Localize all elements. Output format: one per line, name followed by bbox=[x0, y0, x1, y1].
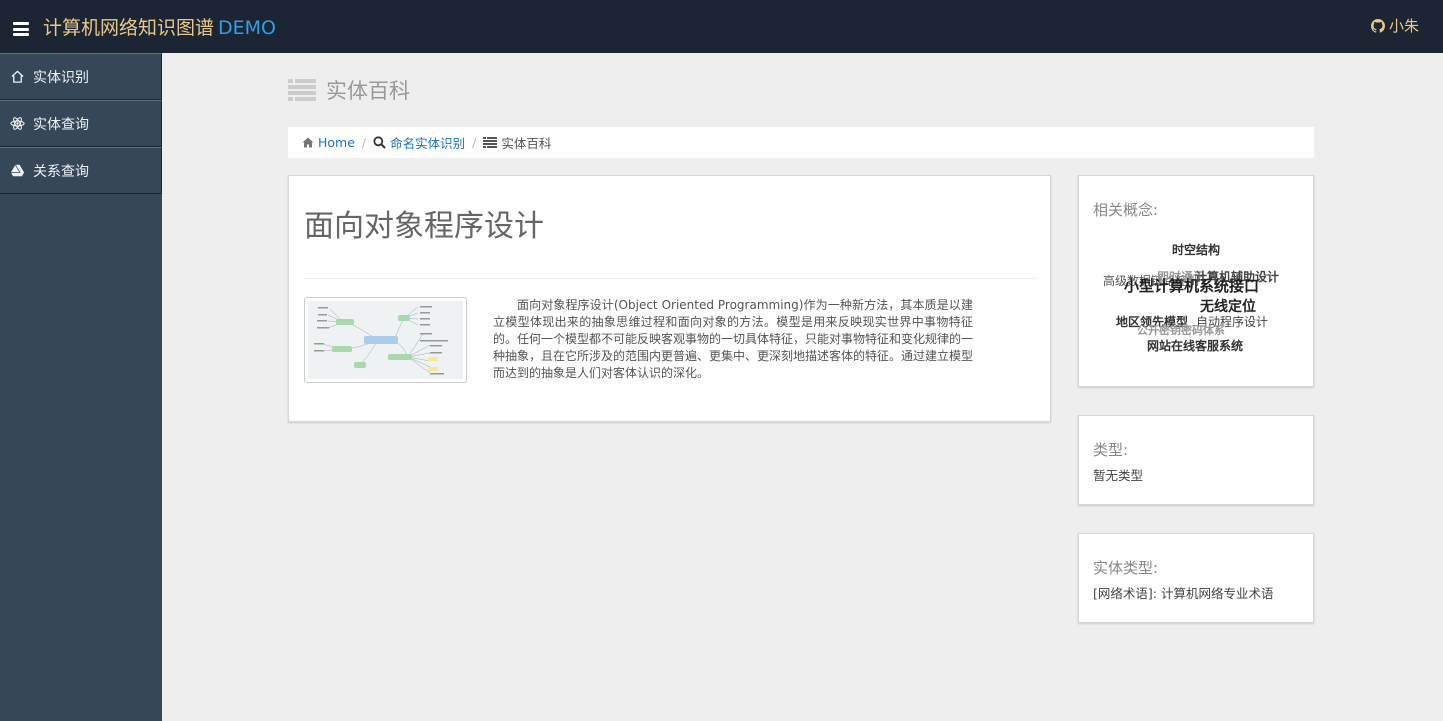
word-cloud-item[interactable]: 网站在线客服系统 bbox=[1147, 337, 1243, 354]
sidebar: 实体识别 实体查询 关系查询 bbox=[0, 53, 162, 721]
sidebar-item-label: 实体识别 bbox=[33, 69, 89, 86]
breadcrumb-ner-label: 命名实体识别 bbox=[390, 136, 466, 151]
page-title-text: 实体百科 bbox=[326, 79, 410, 103]
breadcrumb-home[interactable]: Home bbox=[302, 135, 355, 150]
entity-type-value: [网络术语]: 计算机网络专业术语 bbox=[1093, 586, 1274, 601]
user-link[interactable]: 小朱 bbox=[1370, 16, 1419, 36]
page-title: 实体百科 bbox=[288, 75, 410, 105]
type-value: 暂无类型 bbox=[1093, 468, 1144, 483]
entity-title: 面向对象程序设计 bbox=[304, 209, 544, 244]
brand-name: 计算机网络知识图谱 bbox=[43, 17, 215, 39]
word-cloud-item[interactable]: 时空结构 bbox=[1172, 241, 1220, 258]
user-name: 小朱 bbox=[1388, 17, 1419, 35]
mindmap-image bbox=[308, 301, 463, 379]
entity-card: 面向对象程序设计 面向对象程序设计(Object Oriented Progra… bbox=[288, 175, 1051, 422]
breadcrumb-separator: / bbox=[361, 135, 367, 150]
atom-icon bbox=[10, 117, 25, 130]
breadcrumb: Home / 命名实体识别 / 实体百科 bbox=[288, 127, 1314, 158]
list-icon bbox=[288, 79, 316, 101]
sidebar-item-entity-query[interactable]: 实体查询 bbox=[0, 100, 162, 147]
brand-title[interactable]: 计算机网络知识图谱 DEMO bbox=[43, 15, 276, 41]
word-cloud-item[interactable]: 公开密钥密码体系 bbox=[1137, 322, 1225, 338]
brand-demo: DEMO bbox=[218, 17, 276, 39]
top-navbar: 计算机网络知识图谱 DEMO 小朱 bbox=[0, 0, 1443, 53]
home-icon bbox=[302, 137, 314, 148]
breadcrumb-home-label: Home bbox=[318, 135, 355, 150]
search-icon bbox=[373, 136, 386, 149]
related-concepts-card: 相关概念: 时空结构 高级数据链路控制 即时通讯 计算机辅助设计 小型计算机系统… bbox=[1078, 175, 1314, 387]
breadcrumb-separator: / bbox=[472, 135, 477, 150]
entity-image[interactable] bbox=[304, 297, 467, 383]
drive-icon bbox=[10, 164, 25, 177]
hamburger-menu-icon[interactable] bbox=[13, 22, 29, 36]
list-icon bbox=[483, 137, 498, 148]
home-icon bbox=[11, 70, 24, 83]
breadcrumb-current-label: 实体百科 bbox=[501, 136, 552, 151]
entity-type-heading: 实体类型: bbox=[1093, 559, 1159, 577]
breadcrumb-current: 实体百科 bbox=[483, 133, 551, 152]
entity-description: 面向对象程序设计(Object Oriented Programming)作为一… bbox=[493, 298, 974, 380]
entity-type-card: 实体类型: [网络术语]: 计算机网络专业术语 bbox=[1078, 533, 1314, 623]
sidebar-item-label: 实体查询 bbox=[33, 116, 89, 133]
divider bbox=[304, 278, 1037, 279]
github-icon bbox=[1370, 19, 1385, 33]
word-cloud-item[interactable]: 小型计算机系统接口 bbox=[1124, 275, 1259, 296]
sidebar-item-entity-recognition[interactable]: 实体识别 bbox=[0, 53, 162, 100]
word-cloud: 时空结构 高级数据链路控制 即时通讯 计算机辅助设计 小型计算机系统接口 无线定… bbox=[1079, 176, 1315, 388]
sidebar-item-relation-query[interactable]: 关系查询 bbox=[0, 147, 162, 194]
sidebar-item-label: 关系查询 bbox=[33, 163, 89, 180]
type-card: 类型: 暂无类型 bbox=[1078, 415, 1314, 505]
type-heading: 类型: bbox=[1093, 441, 1129, 459]
breadcrumb-ner[interactable]: 命名实体识别 bbox=[373, 133, 465, 152]
